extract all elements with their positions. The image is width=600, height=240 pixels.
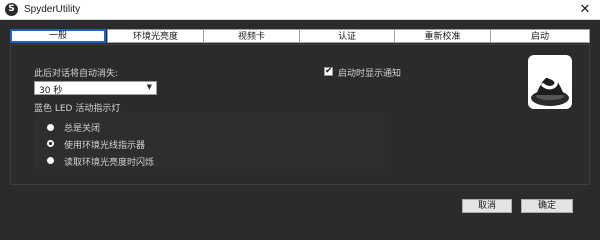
close-button[interactable]: ✕ xyxy=(570,0,600,20)
led-option-ambient-indicator-radio[interactable] xyxy=(47,140,54,147)
led-option-flash-label: 读取环境光亮度时闪烁 xyxy=(64,158,155,168)
chevron-down-icon: ▼ xyxy=(146,83,152,91)
spyder-utility-window: SpyderUtility ✕ 一般 环境光亮度 视频卡 认证 重新校准 启动 … xyxy=(0,0,600,224)
cancel-button[interactable]: 取消 xyxy=(462,199,512,213)
tab-certification[interactable]: 认证 xyxy=(299,29,395,43)
dismiss-delay-label: 此后对话将自动消失: xyxy=(34,69,119,79)
tab-ambient-light[interactable]: 环境光亮度 xyxy=(107,29,204,43)
spyder-app-icon xyxy=(5,3,18,16)
led-option-always-off-label: 总是关闭 xyxy=(64,124,101,134)
startup-notify-checkbox[interactable]: ✔ xyxy=(324,66,333,76)
led-option-always-off-radio[interactable] xyxy=(47,124,54,131)
dismiss-delay-select[interactable]: 30 秒 ▼ xyxy=(34,81,157,96)
tab-general[interactable]: 一般 xyxy=(10,29,106,43)
spyder-logo-icon xyxy=(528,55,572,109)
title-bar: SpyderUtility ✕ xyxy=(0,0,600,20)
startup-notify-label: 启动时显示通知 xyxy=(338,69,402,79)
led-option-flash-radio[interactable] xyxy=(47,157,54,164)
window-title: SpyderUtility xyxy=(24,4,81,15)
led-option-ambient-indicator-label: 使用环境光线指示器 xyxy=(64,141,146,151)
tab-video-card[interactable]: 视频卡 xyxy=(203,29,300,43)
checkmark-icon: ✔ xyxy=(325,66,333,76)
ok-button[interactable]: 确定 xyxy=(521,199,573,213)
tab-bar: 一般 环境光亮度 视频卡 认证 重新校准 启动 xyxy=(10,29,590,43)
tab-recalibrate[interactable]: 重新校准 xyxy=(394,29,491,43)
tab-startup[interactable]: 启动 xyxy=(490,29,590,43)
dismiss-delay-value: 30 秒 xyxy=(39,86,63,96)
